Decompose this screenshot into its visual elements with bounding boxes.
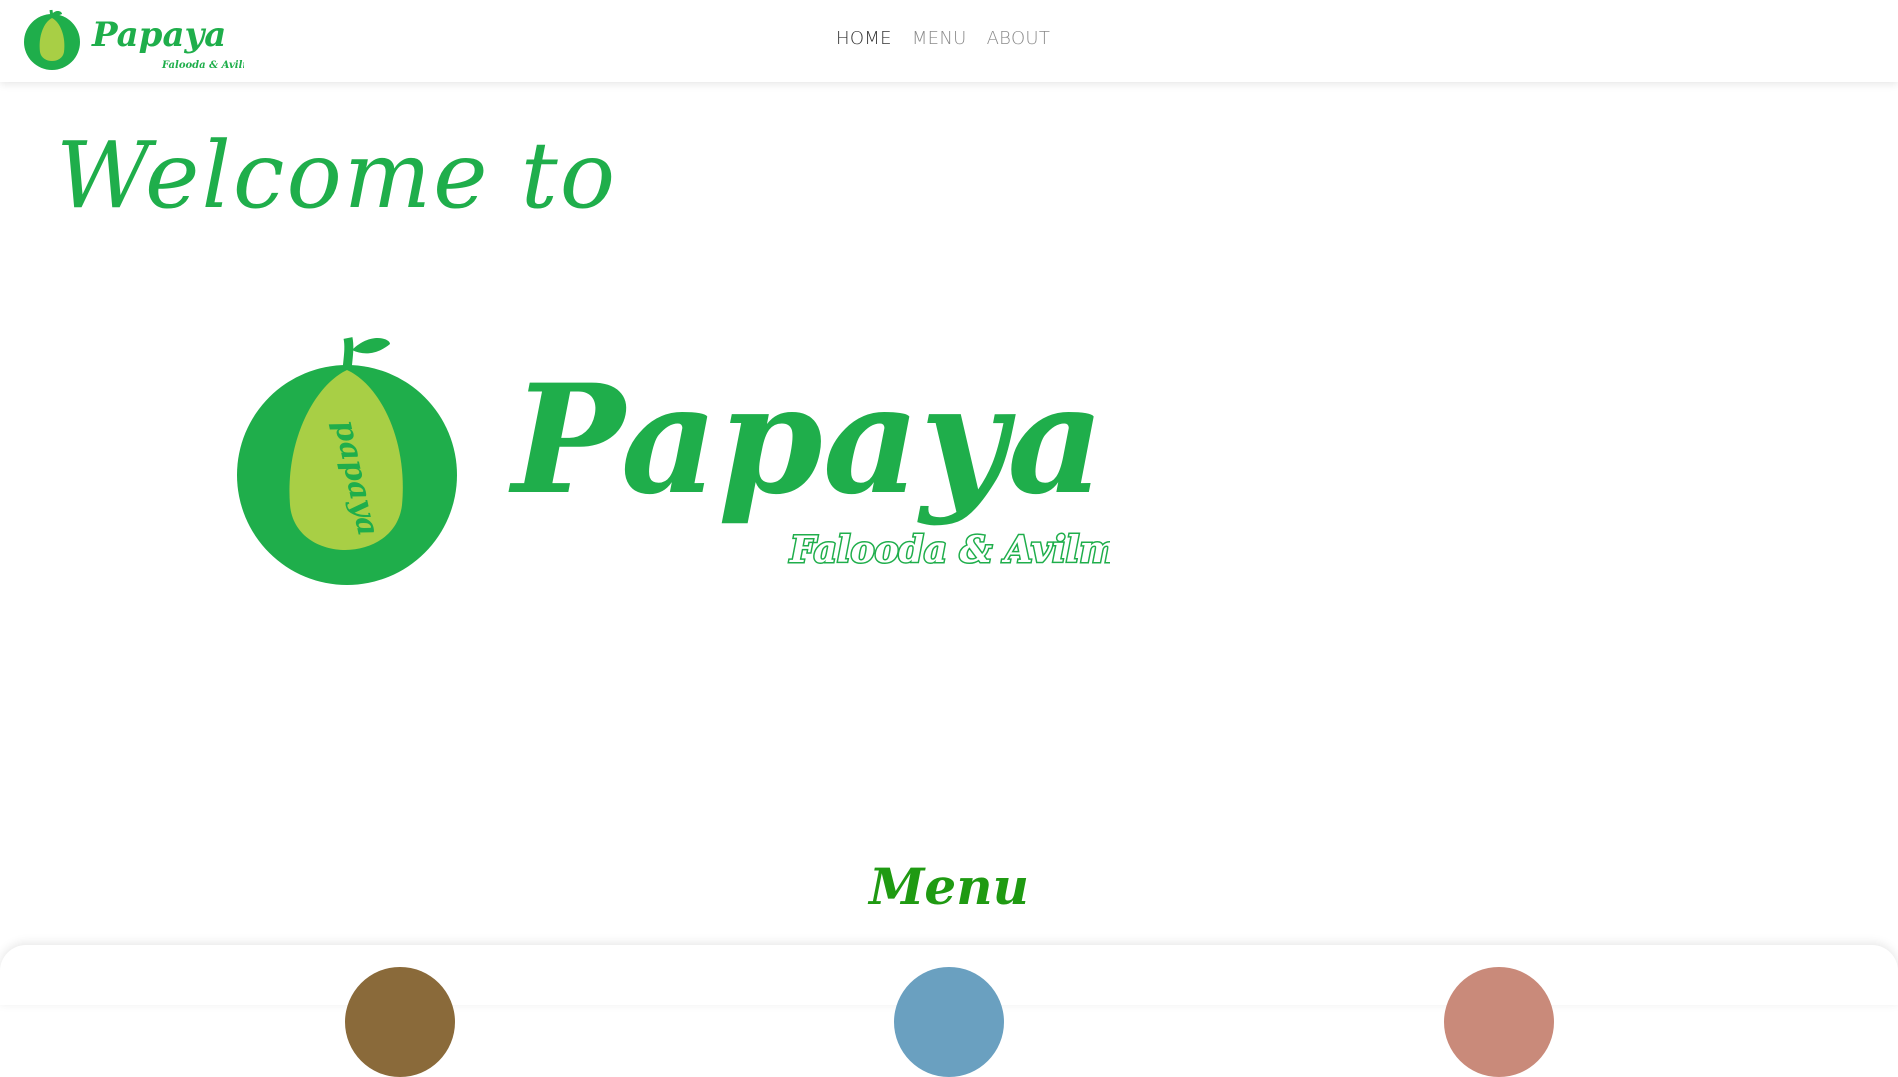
menu-item-image[interactable] (1444, 967, 1554, 1077)
welcome-heading: Welcome to (56, 122, 618, 229)
brand-tagline: Falooda & Avilmilk (161, 60, 244, 71)
hero-logo: papaya Papaya Falooda & Avilmilk (237, 337, 1110, 585)
menu-item-image[interactable] (894, 967, 1004, 1077)
navbar: Papaya Falooda & Avilmilk HOME MENU ABOU… (0, 0, 1898, 82)
brand-name: Papaya (91, 15, 226, 55)
hero-brand-name: Papaya (508, 352, 1104, 528)
nav-menu-link[interactable]: MENU (912, 28, 967, 49)
papaya-fruit-icon (24, 9, 80, 70)
hero-brand-tagline: Falooda & Avilmilk (789, 529, 1110, 571)
brand-logo[interactable]: Papaya Falooda & Avilmilk (24, 8, 244, 74)
papaya-fruit-icon: papaya (237, 337, 457, 585)
nav-home-link[interactable]: HOME (836, 28, 892, 49)
nav-about-link[interactable]: ABOUT (987, 28, 1051, 49)
menu-section (0, 945, 1898, 1077)
main-nav: HOME MENU ABOUT (836, 28, 1050, 49)
menu-heading: Menu (869, 857, 1029, 916)
menu-item-image[interactable] (345, 967, 455, 1077)
